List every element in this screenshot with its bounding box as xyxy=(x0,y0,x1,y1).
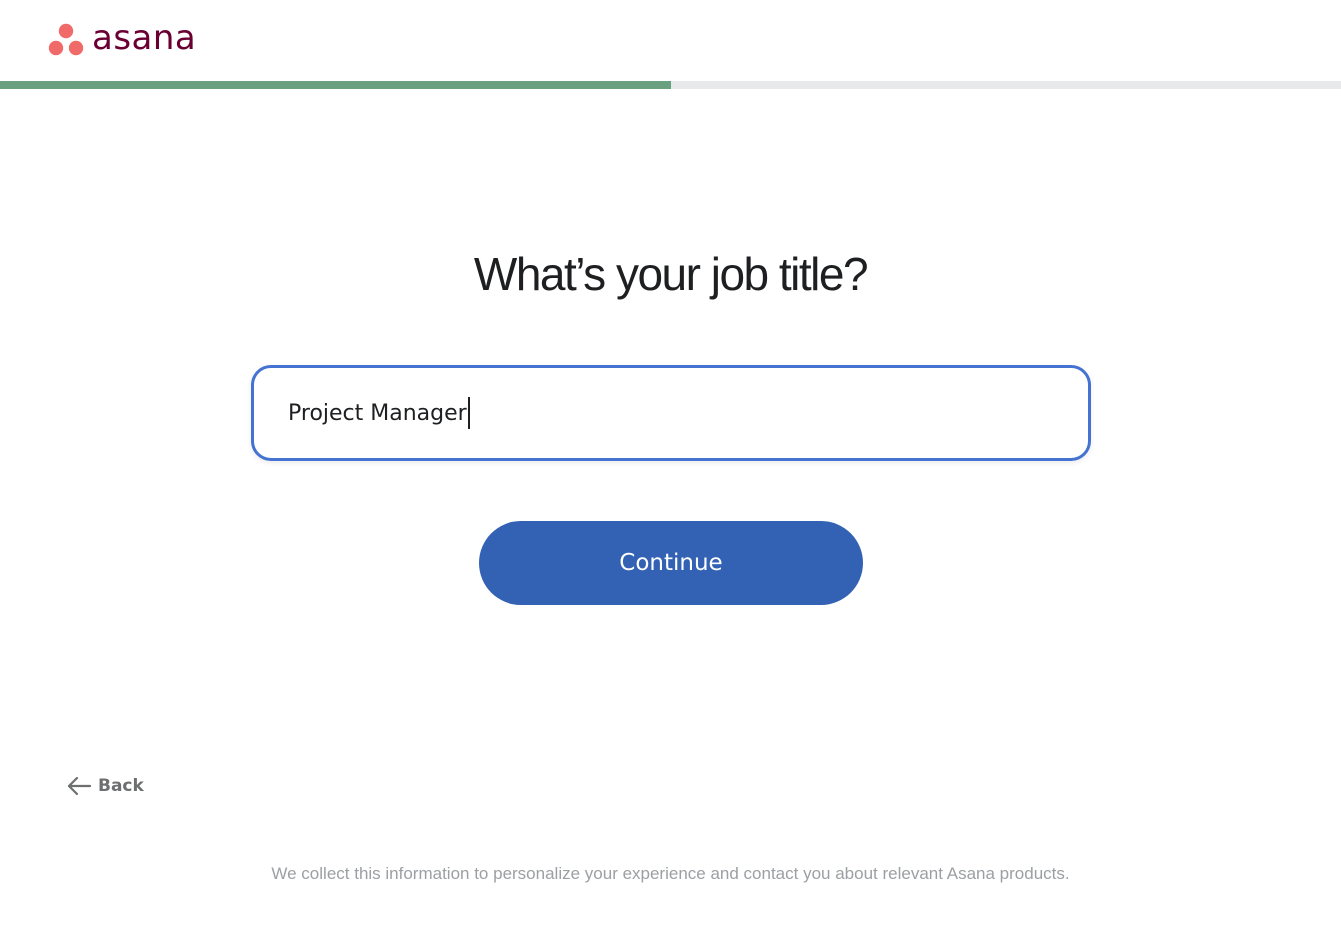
progress-bar xyxy=(0,81,1341,89)
onboarding-page: asana What’s your job title? Project Man… xyxy=(0,0,1341,936)
page-title: What’s your job title? xyxy=(473,248,869,300)
continue-button[interactable]: Continue xyxy=(479,521,863,605)
job-title-input-value: Project Manager xyxy=(288,400,467,426)
job-title-input[interactable]: Project Manager xyxy=(254,368,1088,458)
arrow-left-icon xyxy=(67,776,92,796)
job-title-field[interactable]: Project Manager xyxy=(251,365,1091,461)
progress-bar-fill xyxy=(0,81,671,89)
back-label: Back xyxy=(98,776,144,796)
text-caret xyxy=(467,397,470,429)
privacy-note: We collect this information to personali… xyxy=(271,864,1070,883)
asana-logo-icon xyxy=(48,23,84,56)
back-button[interactable]: Back xyxy=(66,775,144,797)
asana-logo[interactable]: asana xyxy=(48,18,197,58)
brand-wordmark: asana xyxy=(92,18,197,58)
